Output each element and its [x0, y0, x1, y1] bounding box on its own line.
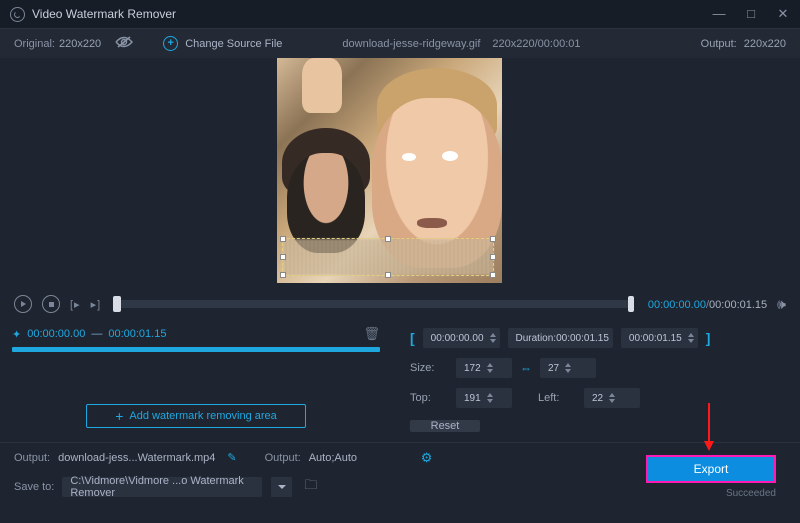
fileinfo-text: 220x220/00:00:01 [492, 38, 580, 50]
segments-pane: ✦ 00:00:00.00 — 00:00:01.15 🗑 + Add wate… [0, 318, 392, 442]
filename-text: download-jesse-ridgeway.gif [342, 38, 480, 50]
position-row: Top: 191 Left: 22 [410, 388, 782, 408]
timeline-end-thumb[interactable] [628, 296, 634, 312]
left-label: Left: [538, 392, 576, 404]
step-up[interactable] [688, 333, 694, 337]
size-label: Size: [410, 362, 448, 374]
open-folder-icon[interactable]: 🗀 [304, 476, 317, 498]
total-time: 00:00:01.15 [709, 299, 767, 311]
export-button[interactable]: Export [646, 455, 776, 483]
reset-button[interactable]: Reset [410, 420, 480, 432]
plus-circle-icon: + [163, 36, 178, 51]
top-label: Top: [410, 392, 448, 404]
output-label: Output: [701, 38, 737, 50]
output-file-value: download-jess...Watermark.mp4 [58, 452, 215, 464]
save-path-field[interactable]: C:\Vidmore\Vidmore ...o Watermark Remove… [62, 477, 262, 497]
window-controls: — □ ✕ [712, 6, 790, 22]
save-to-label: Save to: [14, 481, 54, 493]
original-label: Original: [14, 38, 55, 50]
delete-segment-icon[interactable]: 🗑 [363, 326, 380, 342]
duration-field[interactable]: Duration:00:00:01.15 [508, 328, 613, 348]
top-field[interactable]: 191 [456, 388, 512, 408]
mid-panels: ✦ 00:00:00.00 — 00:00:01.15 🗑 + Add wate… [0, 318, 800, 442]
current-time: 00:00:00.00 [648, 299, 706, 311]
footer: Output: download-jess...Watermark.mp4 ✎ … [0, 442, 800, 504]
properties-pane: [ 00:00:00.00 Duration:00:00:01.15 00:00… [392, 318, 800, 442]
play-button[interactable] [14, 295, 32, 313]
segment-header[interactable]: ✦ 00:00:00.00 — 00:00:01.15 🗑 [12, 326, 380, 342]
timecode: 00:00:00.00/00:00:01.15 [648, 298, 767, 311]
eraser-icon: ✦ [12, 328, 21, 341]
playback-bar: [▸ ▸] 00:00:00.00/00:00:01.15 🕪 [0, 290, 800, 318]
mark-out-button[interactable]: ▸] [91, 298, 102, 311]
output-file-label: Output: [14, 452, 50, 464]
height-field[interactable]: 27 [540, 358, 596, 378]
watermark-blur-area [283, 239, 493, 275]
edit-filename-icon[interactable]: ✎ [227, 451, 236, 464]
info-bar: Original: 220x220 + Change Source File d… [0, 28, 800, 58]
output-dim: 220x220 [744, 38, 786, 50]
stop-button[interactable] [42, 295, 60, 313]
in-bracket-button[interactable]: [ [410, 330, 415, 346]
link-icon[interactable]: ⇔ [520, 361, 532, 375]
add-area-button[interactable]: + Add watermark removing area [86, 404, 306, 428]
step-up[interactable] [490, 333, 496, 337]
timeline-track[interactable] [115, 300, 634, 308]
step-down[interactable] [688, 339, 694, 343]
segment-bar[interactable] [12, 347, 380, 352]
end-time-field[interactable]: 00:00:01.15 [621, 328, 698, 348]
timeline-thumb[interactable] [113, 296, 121, 312]
segment-start: 00:00:00.00 [27, 328, 85, 340]
start-time-field[interactable]: 00:00:00.00 [423, 328, 500, 348]
preview-canvas[interactable] [0, 58, 800, 290]
output-preset-value: Auto;Auto [309, 452, 409, 464]
titlebar: Video Watermark Remover — □ ✕ [0, 0, 800, 28]
size-row: Size: 172 ⇔ 27 [410, 358, 782, 378]
change-source-label: Change Source File [185, 38, 282, 50]
app-title: Video Watermark Remover [32, 7, 176, 21]
minimize-icon[interactable]: — [712, 6, 726, 22]
step-down[interactable] [490, 339, 496, 343]
status-text: Succeeded [726, 488, 776, 499]
visibility-off-icon[interactable] [115, 35, 133, 52]
out-bracket-button[interactable]: ] [706, 330, 711, 346]
add-area-label: Add watermark removing area [129, 410, 276, 422]
close-icon[interactable]: ✕ [776, 6, 790, 22]
plus-icon: + [115, 409, 123, 423]
settings-icon[interactable]: ⚙ [421, 450, 433, 466]
volume-icon[interactable]: 🕪 [777, 296, 786, 313]
left-field[interactable]: 22 [584, 388, 640, 408]
original-dim: 220x220 [59, 38, 101, 50]
width-field[interactable]: 172 [456, 358, 512, 378]
app-logo-icon [10, 7, 25, 22]
output-preset-label: Output: [265, 452, 301, 464]
path-dropdown-button[interactable] [270, 477, 292, 497]
time-range-row: [ 00:00:00.00 Duration:00:00:01.15 00:00… [410, 328, 782, 348]
change-source-button[interactable]: + Change Source File [163, 36, 282, 51]
maximize-icon[interactable]: □ [744, 6, 758, 22]
output-dim-group: Output: 220x220 [701, 38, 786, 50]
segment-end: 00:00:01.15 [108, 328, 166, 340]
mark-in-button[interactable]: [▸ [70, 298, 81, 311]
